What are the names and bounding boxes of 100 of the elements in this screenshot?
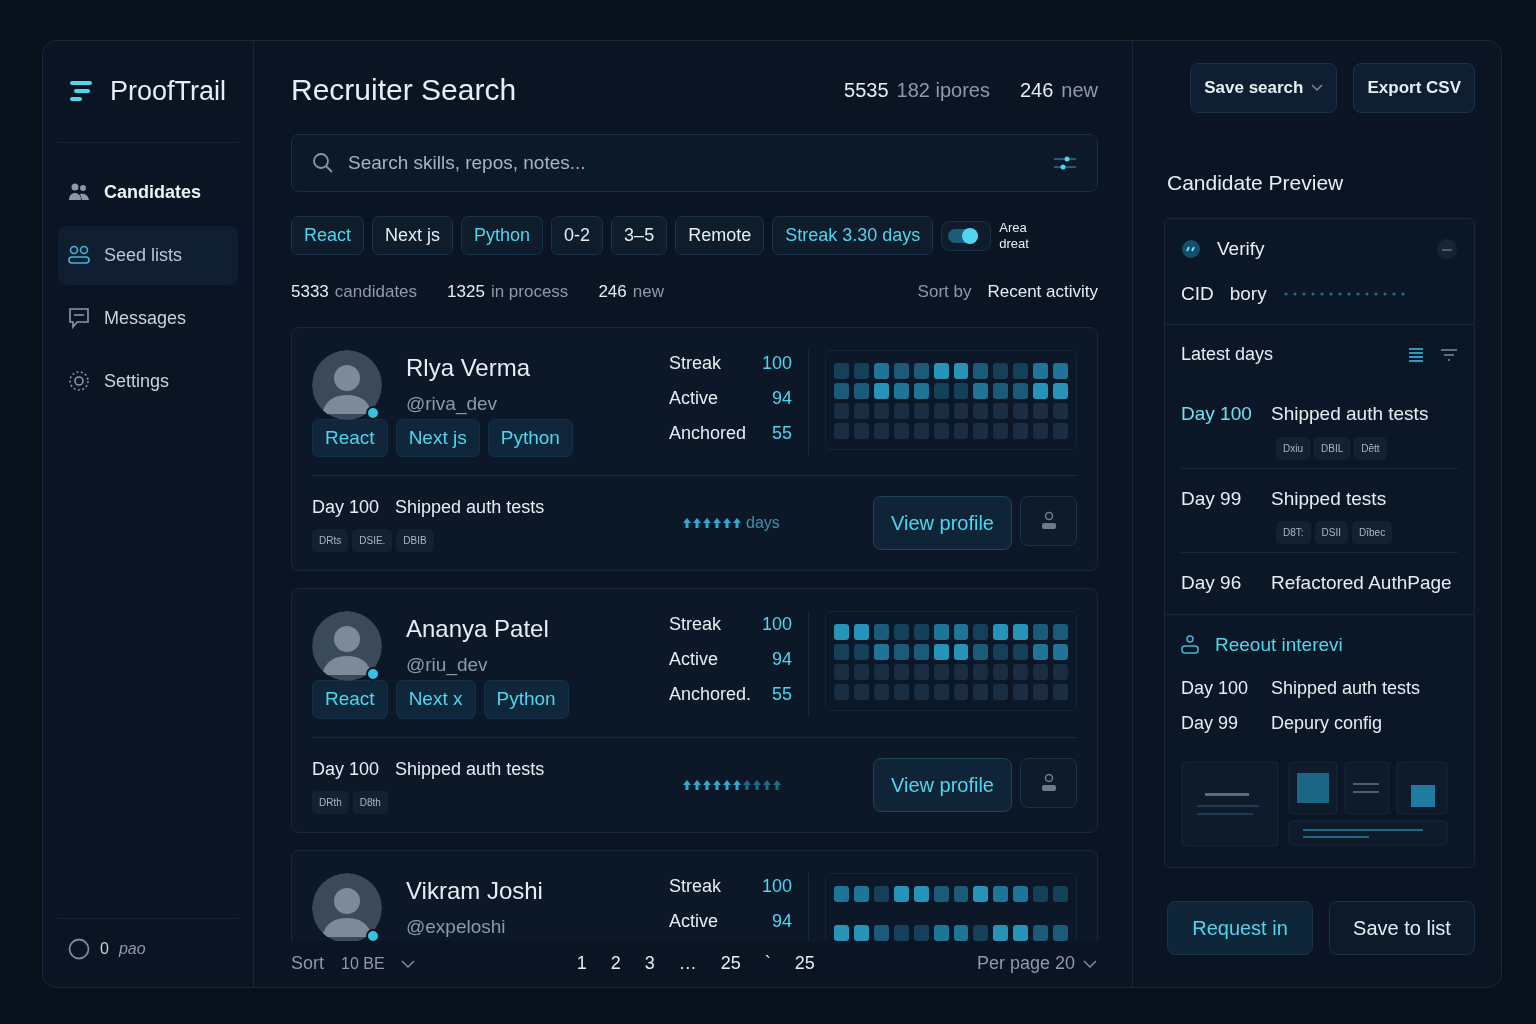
artifact-chip[interactable]: Dībec [1352,521,1393,544]
count-label: new [632,281,664,303]
stat-label: Active [669,909,719,933]
day-label: Day 100 [312,496,380,519]
artifact-chip[interactable]: DBIL [1314,436,1351,460]
panel-title: Candidate Preview [1167,169,1345,196]
cid-value: bory [1229,281,1267,306]
stat-label: Streak [669,351,722,375]
request-interview-button[interactable]: Request in [1167,901,1313,955]
verify-label: Verify [1217,237,1265,261]
view-profile-button[interactable]: View profile [872,496,1012,550]
view-profile-button[interactable]: View profile [872,757,1012,812]
day-note: Shipped auth tests [1271,402,1429,426]
skill-tag[interactable]: React [312,680,388,719]
sidebar-item[interactable]: Settings [58,351,238,411]
page-link[interactable]: 1 [576,950,587,977]
cid-label: CID [1181,281,1214,306]
stat-value: 246 [1019,77,1054,103]
count-value: 5333 [291,281,329,303]
footer-count: 0 [100,939,109,959]
search-field[interactable]: Search skills, repos, notes... [346,147,1041,179]
filter-chip[interactable]: Next js [372,216,454,255]
skill-tag[interactable]: Next js [395,418,480,457]
skill-tag[interactable]: Next x [395,680,476,719]
streak-text: days [746,513,780,533]
export-button[interactable]: Export CSV [1353,63,1475,113]
count-value: 246 [598,281,627,303]
stat-value: 100 [761,351,792,375]
filter-chip[interactable]: Streak 3.30 days [772,216,934,255]
sidebar-item[interactable]: Seed lists [58,225,238,285]
page-link[interactable]: 2 [610,950,621,977]
stat-value: 100 [761,874,792,898]
artifact-chip[interactable]: DBIB [396,529,434,552]
sort-select[interactable]: 10 BE [340,950,416,977]
stat-label: new [1061,77,1098,103]
stat-value: 100 [761,613,792,636]
interview-title: Reeout interevi [1215,632,1343,657]
stat-label: Anchored [669,421,747,445]
skill-tag[interactable]: React [312,418,388,457]
artifact-chip[interactable]: DRth [312,790,349,814]
sidebar-item[interactable]: Messages [58,288,238,348]
artifact-chip[interactable]: DSII [1314,521,1348,544]
search-bar[interactable]: Search skills, repos, notes... [291,134,1098,192]
filter-chip[interactable]: Python [461,216,544,255]
artifact-chip[interactable]: D8T: [1276,521,1311,544]
stat-label: Anchored. [669,683,752,706]
section-title: Latest days [1181,343,1274,366]
day-note: Depury config [1271,712,1383,735]
sort-dropdown[interactable]: Recent activity [987,279,1098,305]
stat-label: Streak [669,613,722,636]
candidate-handle: @expeloshi [406,914,507,939]
day-label: Day 99 [1181,486,1243,511]
app-logo-text: ProofTrail [110,75,227,108]
day-label: Day 100 [1181,677,1250,700]
page-link[interactable]: ` [764,950,771,977]
day-note: Shipped auth tests [395,496,545,519]
toggle-label: Area dreat [999,219,1030,252]
page-link[interactable]: … [678,950,697,977]
day-label: Day 96 [1181,571,1243,595]
candidate-handle: @riva_dev [406,391,499,417]
day-label: Day 100 [312,757,380,781]
artifact-chip[interactable]: DSIE. [352,529,393,552]
count-label: in process [490,281,569,303]
save-to-list-button[interactable]: Save to list [1329,901,1475,955]
artifact-chip[interactable]: Dĕtt [1354,436,1387,460]
day-note: Shipped auth tests [1271,677,1421,700]
candidate-name: Ananya Patel [406,614,550,644]
page-link[interactable]: 25 [794,950,815,977]
day-note: Shipped tests [1271,486,1387,511]
per-page-select[interactable]: Per page 20 [975,949,1098,978]
filter-chip[interactable]: 3–5 [611,216,668,255]
day-label: Day 100 [1181,402,1253,426]
footer-label: pao [118,939,146,959]
stat-value: 55 [771,421,792,445]
page-link[interactable]: 3 [644,950,655,977]
candidate-name: Vikram Joshi [406,875,544,906]
day-label: Day 99 [1181,712,1240,735]
artifact-chip[interactable]: DRts [312,529,349,552]
count-label: candidates [334,281,418,303]
filter-chip[interactable]: React [291,216,365,255]
candidate-name: Rlya Verma [406,352,532,383]
day-note: Shipped auth tests [395,757,545,781]
page-link[interactable]: 25 [720,950,741,977]
filter-chip[interactable]: Remote [675,216,765,255]
stat-value: 94 [771,648,792,671]
sort-label: Sort by [917,281,972,303]
sort-label: Sort [291,952,324,975]
save-search-button[interactable]: Save search [1190,63,1338,113]
skill-tag[interactable]: Python [483,680,569,719]
artifact-chip[interactable]: Dxiu [1276,436,1310,460]
skill-tag[interactable]: Python [487,418,573,457]
sidebar-item[interactable]: Candidates [58,162,238,222]
stat-value: 94 [771,909,792,933]
filter-chip[interactable]: 0-2 [551,216,604,255]
page-title: Recruiter Search [291,72,517,108]
stat-value: 55 [771,683,792,706]
stat-label: Active [669,648,719,671]
artifact-chip[interactable]: D8th [352,790,388,814]
candidate-handle: @riu_dev [406,653,489,678]
day-note: Refactored AuthPage [1271,571,1452,595]
